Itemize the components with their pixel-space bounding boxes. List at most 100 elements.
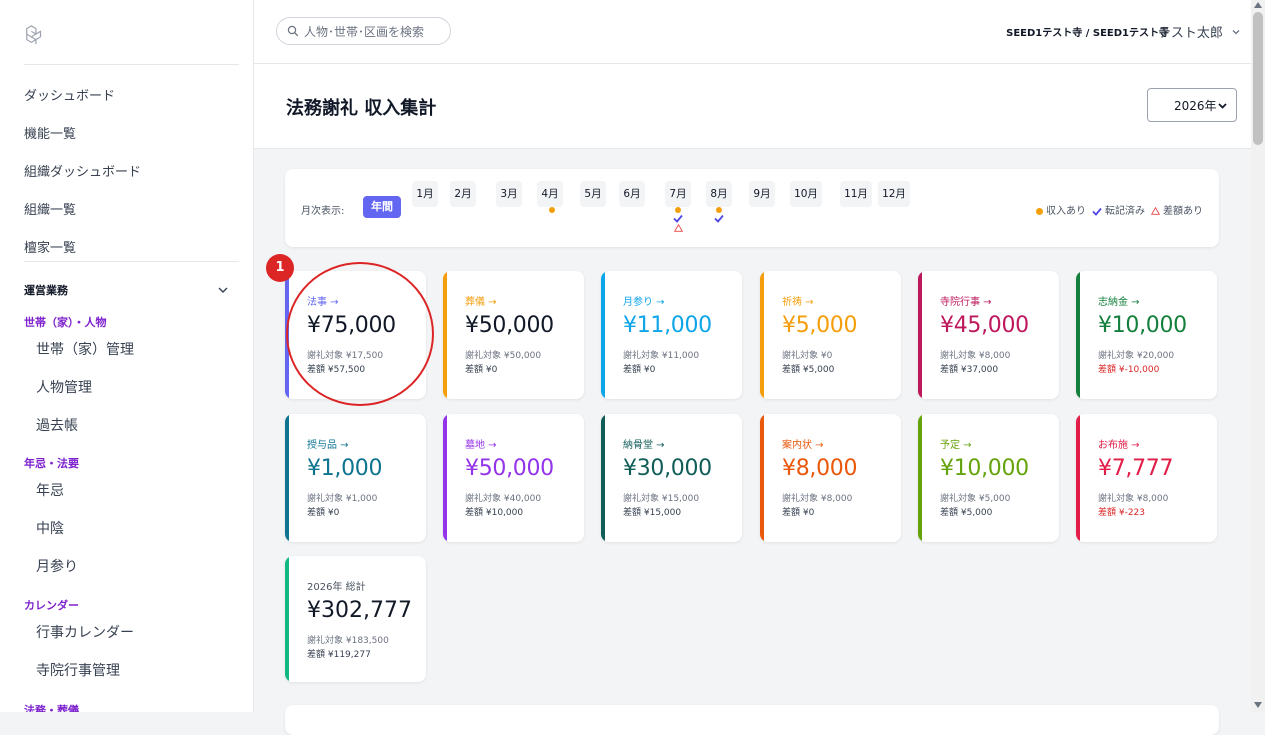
card-amount: ¥11,000 xyxy=(623,313,712,338)
app-logo-icon[interactable] xyxy=(24,24,46,46)
sidebar-item-tsukimairi[interactable]: 月参り xyxy=(24,548,229,586)
card-diff: 差額 ¥15,000 xyxy=(623,508,682,518)
diff-warning-icon xyxy=(674,224,683,232)
card-target: 謝礼対象 ¥0 xyxy=(782,351,833,361)
category-card[interactable]: 月参り → ¥11,000 謝礼対象 ¥11,000 差額 ¥0 xyxy=(601,271,742,399)
total-card: 2026年 総計 ¥302,777 謝礼対象 ¥183,500 差額 ¥119,… xyxy=(285,556,426,682)
category-card[interactable]: お布施 → ¥7,777 謝礼対象 ¥8,000 差額 ¥-223 xyxy=(1076,414,1217,542)
category-card[interactable]: 予定 → ¥10,000 謝礼対象 ¥5,000 差額 ¥5,000 xyxy=(918,414,1059,542)
posted-check-icon xyxy=(714,214,724,223)
sidebar-item-chuin[interactable]: 中陰 xyxy=(24,510,229,548)
card-title-link[interactable]: 案内状 → xyxy=(782,436,824,451)
user-name: テスト太郎 xyxy=(1157,26,1223,41)
card-target: 謝礼対象 ¥8,000 xyxy=(940,351,1011,361)
card-title-link[interactable]: 寺院行事 → xyxy=(940,293,992,308)
search-icon xyxy=(287,25,299,37)
category-card[interactable]: 墓地 → ¥50,000 謝礼対象 ¥40,000 差額 ¥10,000 xyxy=(443,414,584,542)
sidebar-item-features[interactable]: 機能一覧 xyxy=(24,116,141,154)
card-diff: 差額 ¥0 xyxy=(623,365,656,375)
sidebar-item-danka[interactable]: 檀家一覧 xyxy=(24,230,141,268)
annual-button[interactable]: 年間 xyxy=(363,196,401,218)
card-title-link[interactable]: 納骨堂 → xyxy=(623,436,665,451)
month-button-8[interactable]: 8月 xyxy=(706,181,732,207)
chevron-down-icon[interactable] xyxy=(217,284,229,296)
next-panel xyxy=(285,705,1219,735)
category-card[interactable]: 寺院行事 → ¥45,000 謝礼対象 ¥8,000 差額 ¥37,000 xyxy=(918,271,1059,399)
card-amount: ¥50,000 xyxy=(465,313,554,338)
sidebar-group-nenki: 年忌・法要 年忌 中陰 月参り xyxy=(24,455,229,586)
scroll-down-arrow-icon[interactable] xyxy=(1254,702,1262,708)
card-diff: 差額 ¥0 xyxy=(307,508,340,518)
sidebar-group-homu: 法務・葬儀 xyxy=(24,702,229,712)
category-card[interactable]: 案内状 → ¥8,000 謝礼対象 ¥8,000 差額 ¥0 xyxy=(760,414,901,542)
search-placeholder: 人物･世帯･区画を検索 xyxy=(304,24,425,39)
legend-diff: 差額あり xyxy=(1150,202,1203,217)
month-button-10[interactable]: 10月 xyxy=(790,181,822,207)
card-title-link[interactable]: 予定 → xyxy=(940,436,972,451)
chevron-down-icon xyxy=(1218,102,1227,109)
sidebar-item-nenki[interactable]: 年忌 xyxy=(24,472,229,510)
card-amount: ¥45,000 xyxy=(940,313,1029,338)
card-amount: ¥30,000 xyxy=(623,456,712,481)
card-amount: ¥50,000 xyxy=(465,456,554,481)
card-diff: 差額 ¥-223 xyxy=(1098,508,1146,518)
month-button-12[interactable]: 12月 xyxy=(878,181,910,207)
scrollbar-thumb[interactable] xyxy=(1253,12,1263,145)
user-menu[interactable]: テスト太郎 xyxy=(1158,22,1241,41)
income-dot-icon xyxy=(716,207,722,213)
sidebar-section-operations[interactable]: 運営業務 xyxy=(24,282,229,298)
section-title: 運営業務 xyxy=(24,284,68,297)
card-diff: 差額 ¥10,000 xyxy=(465,508,524,518)
group-title: 年忌・法要 xyxy=(24,457,79,470)
month-button-1[interactable]: 1月 xyxy=(412,181,438,207)
sidebar-item-event-calendar[interactable]: 行事カレンダー xyxy=(24,614,229,652)
search-input[interactable]: 人物･世帯･区画を検索 xyxy=(276,17,451,45)
scrollbar[interactable] xyxy=(1251,0,1265,712)
legend-posted: 転記済み xyxy=(1092,202,1145,217)
posted-check-icon xyxy=(673,214,683,223)
category-card[interactable]: 授与品 → ¥1,000 謝礼対象 ¥1,000 差額 ¥0 xyxy=(285,414,426,542)
card-title-link[interactable]: お布施 → xyxy=(1098,436,1140,451)
card-title-link[interactable]: 月参り → xyxy=(623,293,665,308)
sidebar-item-org-dashboard[interactable]: 組織ダッシュボード xyxy=(24,154,141,192)
month-button-6[interactable]: 6月 xyxy=(619,181,645,207)
page-title: 法務謝礼 収入集計 xyxy=(286,98,437,119)
category-card[interactable]: 葬儀 → ¥50,000 謝礼対象 ¥50,000 差額 ¥0 xyxy=(443,271,584,399)
sidebar-group-calendar: カレンダー 行事カレンダー 寺院行事管理 xyxy=(24,597,229,690)
sidebar-item-temple-events[interactable]: 寺院行事管理 xyxy=(24,652,229,690)
card-target: 謝礼対象 ¥1,000 xyxy=(307,494,378,504)
month-button-2[interactable]: 2月 xyxy=(450,181,476,207)
year-select[interactable]: 2026年 xyxy=(1147,88,1237,122)
category-card[interactable]: 志納金 → ¥10,000 謝礼対象 ¥20,000 差額 ¥-10,000 xyxy=(1076,271,1217,399)
card-target: 謝礼対象 ¥50,000 xyxy=(465,351,542,361)
card-title-link[interactable]: 祈祷 → xyxy=(782,293,814,308)
card-accent-bar xyxy=(285,414,289,542)
card-title-link[interactable]: 志納金 → xyxy=(1098,293,1140,308)
card-amount: ¥10,000 xyxy=(940,456,1029,481)
month-button-3[interactable]: 3月 xyxy=(496,181,522,207)
month-button-11[interactable]: 11月 xyxy=(840,181,872,207)
sidebar-item-people[interactable]: 人物管理 xyxy=(24,369,229,407)
card-amount: ¥8,000 xyxy=(782,456,858,481)
card-title-link[interactable]: 墓地 → xyxy=(465,436,497,451)
sidebar-item-orgs[interactable]: 組織一覧 xyxy=(24,192,141,230)
sidebar-divider xyxy=(24,64,239,65)
card-title-link[interactable]: 葬儀 → xyxy=(465,293,497,308)
month-button-9[interactable]: 9月 xyxy=(749,181,775,207)
total-title: 2026年 総計 xyxy=(307,582,366,593)
total-amount: ¥302,777 xyxy=(307,598,412,623)
sidebar-item-kakocho[interactable]: 過去帳 xyxy=(24,407,229,445)
sidebar-item-households[interactable]: 世帯（家）管理 xyxy=(24,331,229,369)
income-dot-icon xyxy=(675,207,681,213)
month-button-5[interactable]: 5月 xyxy=(580,181,606,207)
card-title-link[interactable]: 授与品 → xyxy=(307,436,349,451)
month-button-4[interactable]: 4月 xyxy=(537,181,563,207)
month-button-7[interactable]: 7月 xyxy=(665,181,691,207)
category-card[interactable]: 祈祷 → ¥5,000 謝礼対象 ¥0 差額 ¥5,000 xyxy=(760,271,901,399)
card-diff: 差額 ¥37,000 xyxy=(940,365,999,375)
sidebar-item-dashboard[interactable]: ダッシュボード xyxy=(24,78,141,116)
scroll-up-arrow-icon[interactable] xyxy=(1254,2,1262,8)
category-card[interactable]: 納骨堂 → ¥30,000 謝礼対象 ¥15,000 差額 ¥15,000 xyxy=(601,414,742,542)
annotation-badge: 1 xyxy=(266,254,294,282)
org-switcher[interactable]: SEED1テスト寺 / SEED1テスト寺 xyxy=(1006,24,1169,39)
